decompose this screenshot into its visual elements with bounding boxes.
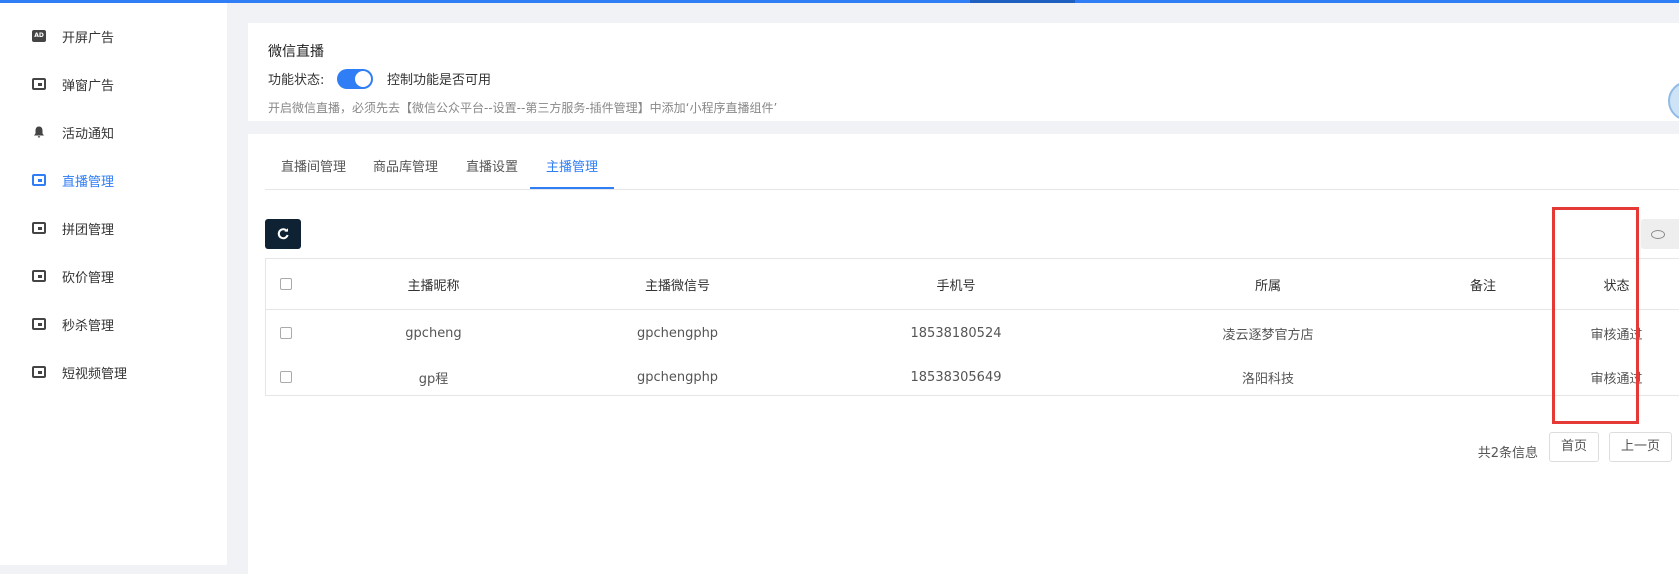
sidebar-item-label: 弹窗广告 — [62, 78, 115, 94]
column-header[interactable]: 主播昵称 — [306, 259, 561, 309]
sidebar-item-flash-sale[interactable]: 秒杀管理 — [0, 304, 227, 344]
short-video-icon — [32, 366, 46, 378]
refresh-icon — [277, 228, 289, 240]
anchor-wechat: gpchengphp — [636, 325, 719, 341]
setup-hint: 开启微信直播，必须先去【微信公众平台--设置--第三方服务-插件管理】中添加‘小… — [268, 101, 778, 115]
status-label: 功能状态: — [268, 73, 325, 88]
row-select-cell — [266, 309, 306, 357]
top-progress-bar — [0, 0, 1679, 3]
sidebar-item-label: 开屏广告 — [62, 30, 115, 46]
sidebar-item-popup-ad[interactable]: 弹窗广告 — [0, 64, 227, 104]
first-page-button[interactable]: 首页 — [1549, 432, 1599, 462]
eye-icon — [1651, 230, 1665, 239]
sidebar-item-label: 拼团管理 — [62, 222, 115, 238]
feature-toggle[interactable] — [337, 69, 373, 89]
sidebar-item-live[interactable]: 直播管理 — [0, 160, 227, 200]
anchor-nickname: gp程 — [418, 371, 449, 387]
sidebar-item-label: 砍价管理 — [62, 270, 115, 286]
refresh-button[interactable] — [265, 219, 301, 249]
live-icon — [32, 174, 46, 186]
column-header[interactable]: 手机号 — [794, 259, 1118, 309]
tab-live-room[interactable]: 直播间管理 — [265, 151, 362, 189]
sidebar-item-label: 活动通知 — [62, 126, 115, 142]
ad-icon: AD — [32, 30, 46, 42]
status-description: 控制功能是否可用 — [387, 73, 492, 88]
group-buy-icon — [32, 222, 46, 234]
tab-live-settings[interactable]: 直播设置 — [450, 151, 534, 189]
anchor-table: 主播昵称 主播微信号 手机号 所属 备注 状态 gpcheng gpchengp… — [265, 258, 1679, 396]
anchor-remark — [1418, 309, 1548, 357]
column-header[interactable]: 备注 — [1418, 259, 1548, 309]
popup-ad-icon — [32, 78, 46, 90]
sidebar-item-label: 短视频管理 — [62, 366, 128, 382]
pagination-total: 共2条信息 — [1477, 446, 1538, 461]
sidebar-item-label: 秒杀管理 — [62, 318, 115, 334]
anchor-management-panel: 直播间管理 商品库管理 直播设置 主播管理 主播昵称 主播微信号 手机号 所属 … — [248, 134, 1679, 574]
sidebar-item-group-buy[interactable]: 拼团管理 — [0, 208, 227, 248]
sidebar-item-splash-ad[interactable]: AD 开屏广告 — [0, 16, 227, 56]
table-row[interactable]: gpcheng gpchengphp 18538180524 凌云逐梦官方店 审… — [266, 309, 1679, 357]
prev-page-button[interactable]: 上一页 — [1609, 432, 1672, 462]
bell-icon — [34, 126, 44, 138]
table-row[interactable]: gp程 gpchengphp 18538305649 洛阳科技 审核通过 — [266, 357, 1679, 397]
wechat-live-settings-panel: 微信直播 功能状态: 控制功能是否可用 开启微信直播，必须先去【微信公众平台--… — [248, 23, 1679, 121]
column-toggle-button[interactable] — [1641, 219, 1679, 249]
column-header[interactable]: 主播微信号 — [561, 259, 794, 309]
table-header-row: 主播昵称 主播微信号 手机号 所属 备注 状态 — [266, 259, 1679, 310]
anchor-nickname: gpcheng — [405, 325, 462, 341]
sidebar-item-short-video[interactable]: 短视频管理 — [0, 352, 227, 392]
top-bar-segment — [970, 0, 1075, 3]
flash-sale-icon — [32, 318, 46, 330]
anchor-status: 审核通过 — [1590, 327, 1643, 343]
sidebar: AD 开屏广告 弹窗广告 活动通知 直播管理 拼团管理 砍价管理 秒杀管理 短视… — [0, 3, 227, 565]
sidebar-item-bargain[interactable]: 砍价管理 — [0, 256, 227, 296]
tab-anchor-management[interactable]: 主播管理 — [530, 151, 615, 189]
sidebar-item-label: 直播管理 — [62, 174, 115, 190]
bargain-icon — [32, 270, 46, 282]
anchor-wechat: gpchengphp — [636, 369, 719, 385]
row-checkbox[interactable] — [280, 371, 292, 383]
tab-product-library[interactable]: 商品库管理 — [357, 151, 454, 189]
panel-title: 微信直播 — [268, 44, 324, 60]
row-select-cell — [266, 357, 306, 397]
anchor-belong: 洛阳科技 — [1241, 371, 1294, 387]
anchor-phone: 18538305649 — [910, 369, 1002, 385]
column-header[interactable]: 所属 — [1118, 259, 1418, 309]
anchor-remark — [1418, 357, 1548, 397]
select-all-cell — [266, 259, 306, 309]
row-checkbox[interactable] — [280, 327, 292, 339]
anchor-phone: 18538180524 — [910, 325, 1002, 341]
column-header[interactable]: 状态 — [1548, 259, 1679, 309]
select-all-checkbox[interactable] — [280, 278, 292, 290]
tab-bar: 直播间管理 商品库管理 直播设置 主播管理 — [265, 151, 1679, 190]
sidebar-item-activity-notice[interactable]: 活动通知 — [0, 112, 227, 152]
toggle-knob — [355, 71, 371, 87]
anchor-status: 审核通过 — [1590, 371, 1643, 387]
anchor-belong: 凌云逐梦官方店 — [1222, 327, 1314, 343]
